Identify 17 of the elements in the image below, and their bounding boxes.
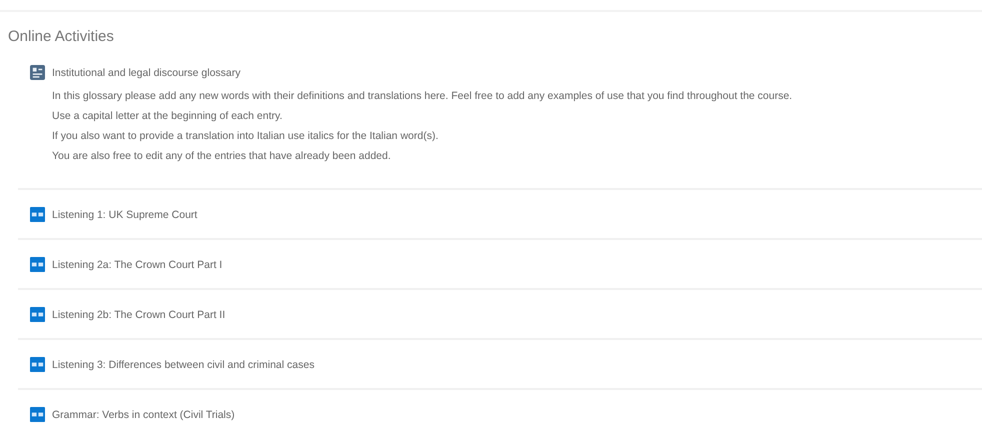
- interactive-content-icon: [30, 407, 45, 422]
- activity-link[interactable]: Institutional and legal discourse glossary: [52, 66, 241, 78]
- description-text: In this glossary please add any new words with their definitions and translations here. Feel free to add any examples of use that you find throughout the course.: [52, 90, 794, 102]
- activity-link[interactable]: Grammar: Verbs in context (Civil Trials): [52, 408, 235, 420]
- interactive-content-icon: [30, 257, 45, 272]
- interactive-content-icon: [30, 357, 45, 372]
- section-title: Online Activities: [8, 28, 115, 45]
- interactive-content-icon: [30, 207, 45, 222]
- description-text: If you also want to provide a translation into Italian use italics for the Italian word(s).: [52, 130, 440, 142]
- interactive-content-icon: [30, 307, 45, 322]
- glossary-icon: [30, 65, 45, 80]
- activity-link[interactable]: Listening 1: UK Supreme Court: [52, 208, 198, 220]
- activity-link[interactable]: Listening 2b: The Crown Court Part II: [52, 308, 226, 320]
- description-text: You are also free to edit any of the entries that have already been added.: [52, 150, 392, 162]
- activity-link[interactable]: Listening 2a: The Crown Court Part I: [52, 258, 222, 270]
- description-text: Use a capital letter at the beginning of each entry.: [52, 110, 284, 122]
- activity-link[interactable]: Listening 3: Differences between civil and criminal cases: [52, 358, 314, 370]
